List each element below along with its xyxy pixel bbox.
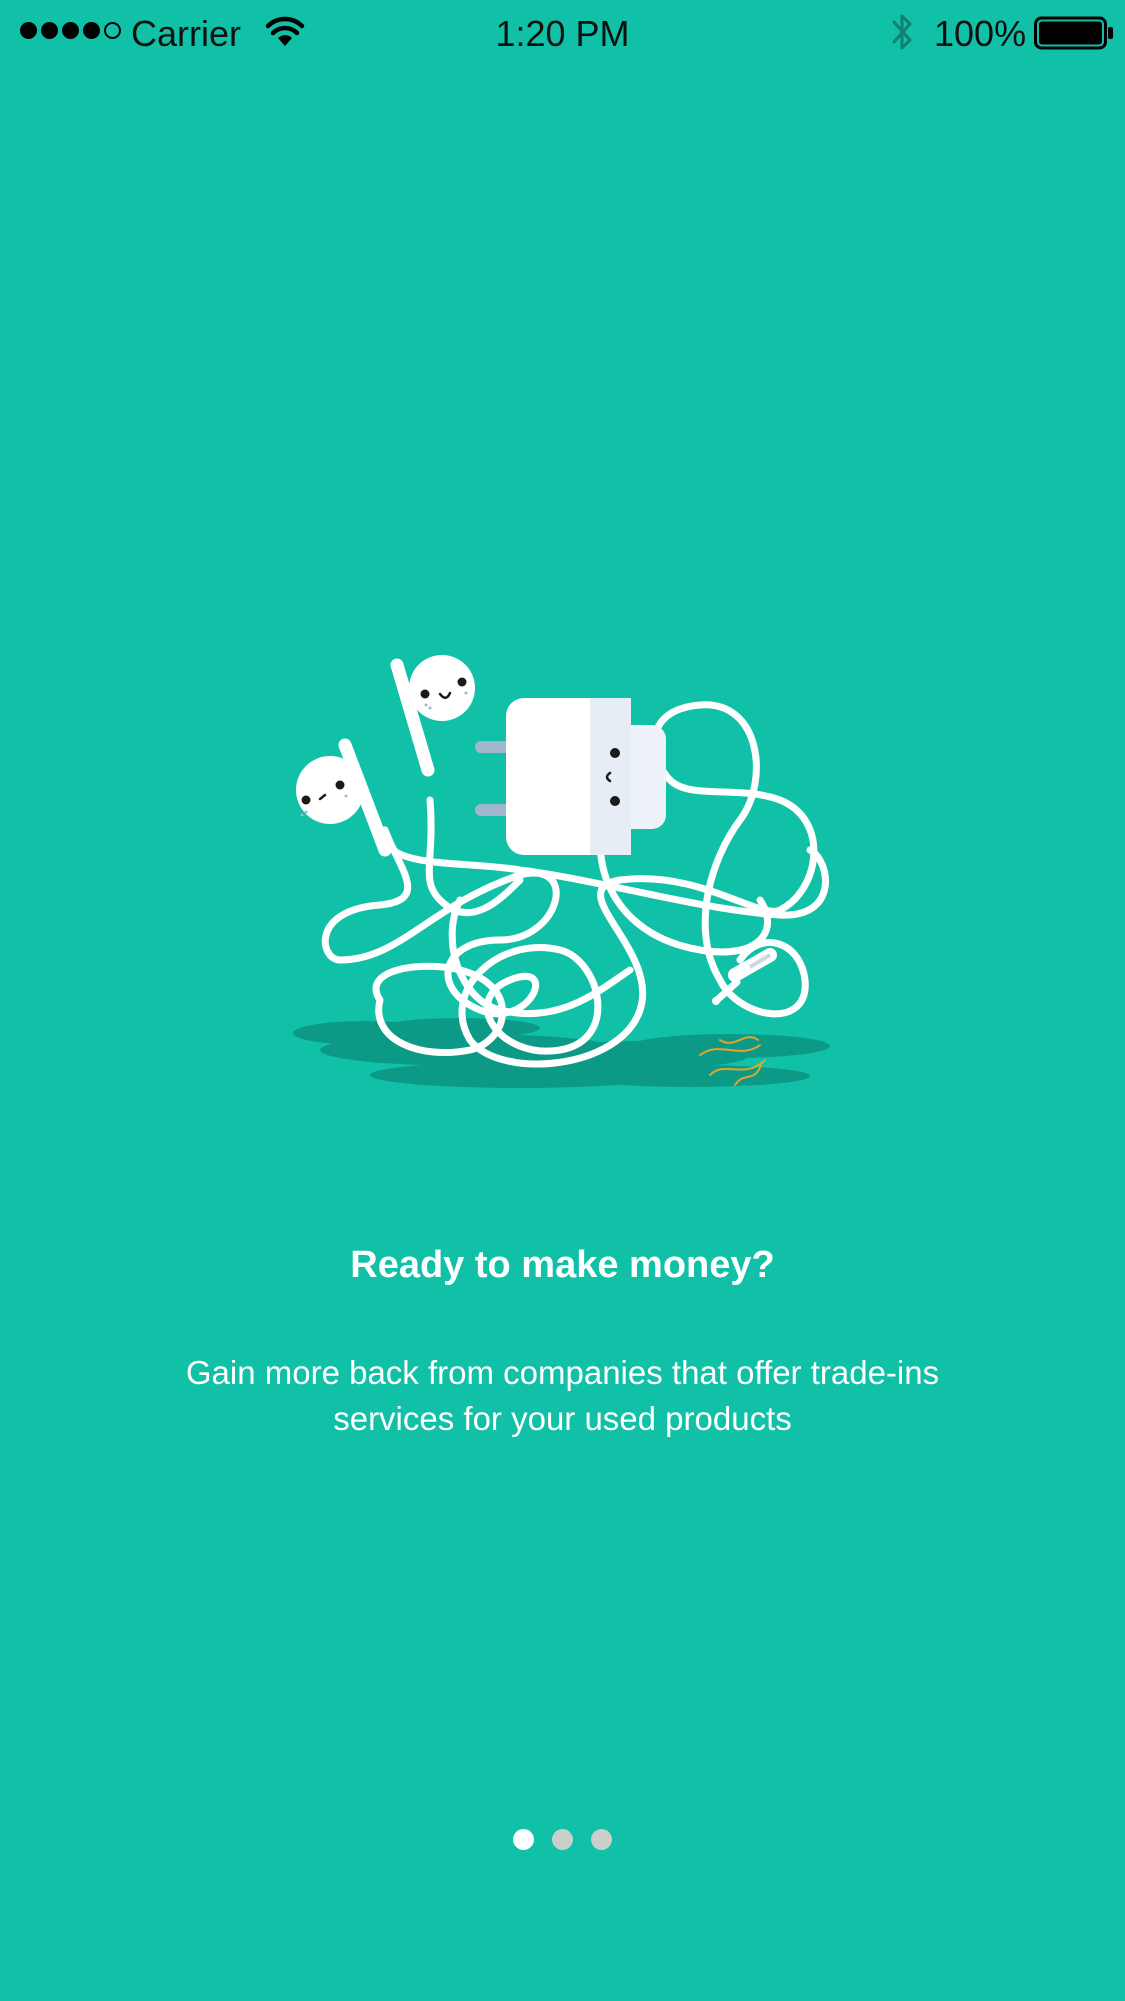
battery-percentage: 100%	[934, 13, 1027, 54]
onboarding-description: Gain more back from companies that offer…	[185, 1354, 940, 1437]
onboarding-screen: Carrier 1:20 PM 100% Ready to make money…	[0, 0, 1125, 2001]
charger-plug	[475, 698, 666, 855]
page-dot-1[interactable]	[513, 1829, 534, 1850]
tangled-earphones-illustration	[293, 655, 830, 1088]
page-indicator[interactable]	[0, 1829, 1125, 1850]
page-dot-2[interactable]	[552, 1829, 573, 1850]
onboarding-title: Ready to make money?	[350, 1244, 775, 1286]
left-earbud	[296, 738, 392, 857]
status-bar: Carrier 1:20 PM 100%	[0, 0, 1125, 70]
right-earbud	[390, 655, 475, 777]
battery-icon	[1034, 16, 1113, 50]
page-dot-3[interactable]	[591, 1829, 612, 1850]
bluetooth-icon	[892, 14, 912, 50]
